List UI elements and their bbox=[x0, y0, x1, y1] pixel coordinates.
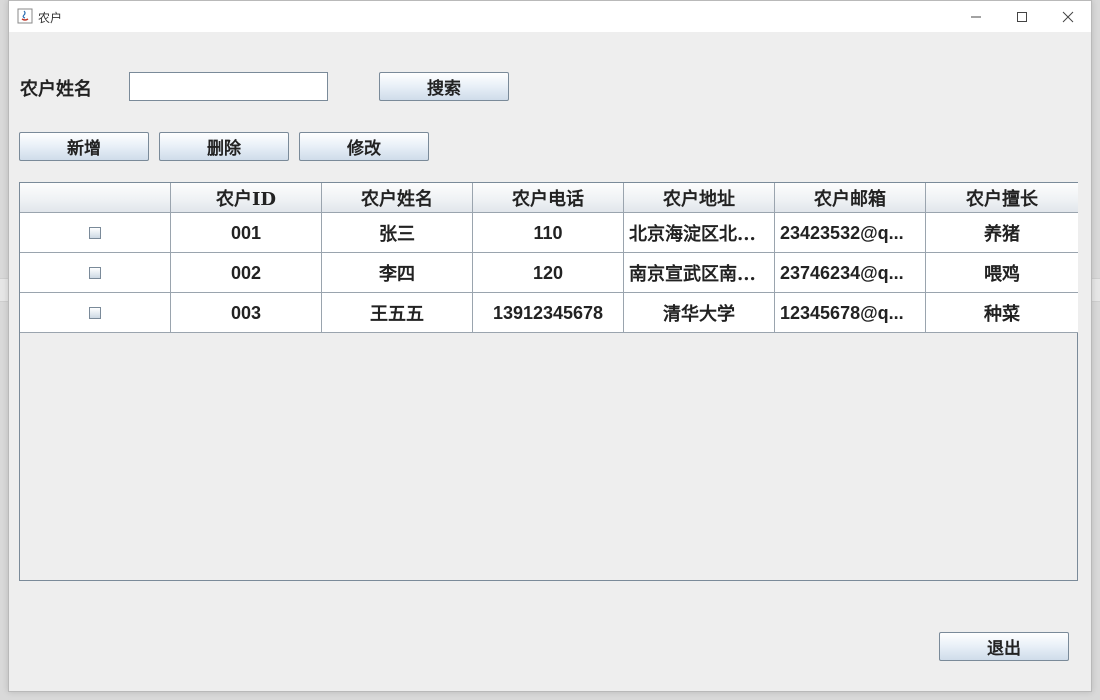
address-text: 清华大学 bbox=[663, 304, 735, 325]
farmer-skill-cell[interactable]: 种菜 bbox=[926, 293, 1078, 333]
table-row[interactable]: 001 张三 110 北京海淀区北... 23423532@q... 养猪 bbox=[20, 213, 1078, 253]
column-header-id[interactable]: 农户ID bbox=[171, 183, 322, 213]
farmer-name-label: 农户姓名 bbox=[20, 79, 92, 100]
column-header-name[interactable]: 农户姓名 bbox=[322, 183, 473, 213]
address-text: 南京宣武区南... bbox=[629, 264, 756, 285]
table-row[interactable]: 002 李四 120 南京宣武区南... 23746234@q... 喂鸡 bbox=[20, 253, 1078, 293]
column-header-select[interactable] bbox=[20, 183, 171, 213]
farmer-id-cell[interactable]: 003 bbox=[171, 293, 322, 333]
farmer-email-cell[interactable]: 12345678@q... bbox=[775, 293, 926, 333]
close-icon[interactable] bbox=[1045, 1, 1091, 32]
column-header-phone[interactable]: 农户电话 bbox=[473, 183, 624, 213]
email-text: 23423532@q... bbox=[780, 222, 904, 243]
farmer-id-cell[interactable]: 002 bbox=[171, 253, 322, 293]
farmer-name-cell[interactable]: 王五五 bbox=[322, 293, 473, 333]
email-text: 12345678@q... bbox=[780, 302, 904, 323]
farmer-name-input[interactable] bbox=[129, 72, 328, 101]
farmer-skill-cell[interactable]: 喂鸡 bbox=[926, 253, 1078, 293]
table-row[interactable]: 003 王五五 13912345678 清华大学 12345678@q... 种… bbox=[20, 293, 1078, 333]
farmer-phone-cell[interactable]: 13912345678 bbox=[473, 293, 624, 333]
exit-button[interactable]: 退出 bbox=[939, 632, 1069, 661]
row-checkbox[interactable] bbox=[89, 307, 101, 319]
edit-button[interactable]: 修改 bbox=[299, 132, 429, 161]
search-button[interactable]: 搜索 bbox=[379, 72, 509, 101]
java-app-icon bbox=[17, 8, 33, 24]
app-window: 农户 农户姓名 搜索 新增 删除 修改 农户ID 农户姓名 农户电话 农户地址 … bbox=[8, 0, 1092, 692]
column-header-address[interactable]: 农户地址 bbox=[624, 183, 775, 213]
row-checkbox[interactable] bbox=[89, 267, 101, 279]
window-title: 农户 bbox=[38, 11, 63, 25]
farmer-id-cell[interactable]: 001 bbox=[171, 213, 322, 253]
row-select-cell[interactable] bbox=[20, 293, 171, 333]
farmer-skill-cell[interactable]: 养猪 bbox=[926, 213, 1078, 253]
delete-button[interactable]: 删除 bbox=[159, 132, 289, 161]
farmer-email-cell[interactable]: 23423532@q... bbox=[775, 213, 926, 253]
farmer-name-cell[interactable]: 张三 bbox=[322, 213, 473, 253]
address-text: 北京海淀区北... bbox=[629, 224, 756, 245]
email-text: 23746234@q... bbox=[780, 262, 904, 283]
farmer-address-cell[interactable]: 南京宣武区南... bbox=[624, 253, 775, 293]
maximize-icon[interactable] bbox=[999, 1, 1045, 32]
farmer-email-cell[interactable]: 23746234@q... bbox=[775, 253, 926, 293]
table-header: 农户ID 农户姓名 农户电话 农户地址 农户邮箱 农户擅长 bbox=[20, 183, 1078, 213]
row-checkbox[interactable] bbox=[89, 227, 101, 239]
farmer-address-cell[interactable]: 清华大学 bbox=[624, 293, 775, 333]
title-bar[interactable]: 农户 bbox=[9, 1, 1091, 32]
add-button[interactable]: 新增 bbox=[19, 132, 149, 161]
farmer-table: 农户ID 农户姓名 农户电话 农户地址 农户邮箱 农户擅长 001 张三 110… bbox=[19, 182, 1078, 581]
column-header-skill[interactable]: 农户擅长 bbox=[926, 183, 1078, 213]
minimize-icon[interactable] bbox=[953, 1, 999, 32]
column-header-email[interactable]: 农户邮箱 bbox=[775, 183, 926, 213]
row-select-cell[interactable] bbox=[20, 213, 171, 253]
farmer-name-cell[interactable]: 李四 bbox=[322, 253, 473, 293]
farmer-phone-cell[interactable]: 110 bbox=[473, 213, 624, 253]
farmer-address-cell[interactable]: 北京海淀区北... bbox=[624, 213, 775, 253]
row-select-cell[interactable] bbox=[20, 253, 171, 293]
farmer-phone-cell[interactable]: 120 bbox=[473, 253, 624, 293]
